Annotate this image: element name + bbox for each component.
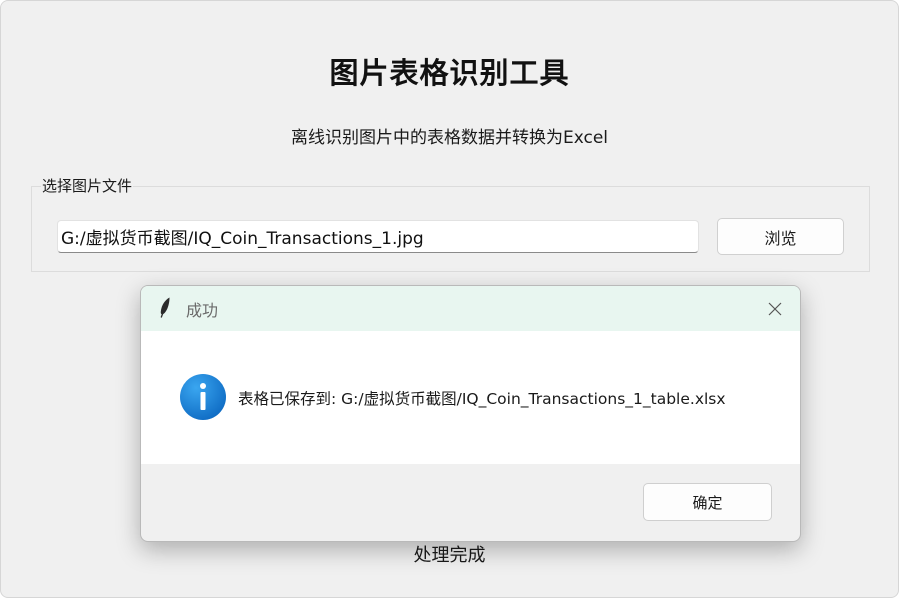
browse-button[interactable]: 浏览	[717, 218, 844, 255]
info-icon	[180, 374, 226, 420]
page-title: 图片表格识别工具	[329, 56, 570, 90]
dialog-titlebar[interactable]: 成功	[141, 286, 800, 331]
dialog-content: 表格已保存到: G:/虚拟货币截图/IQ_Coin_Transactions_1…	[141, 331, 800, 464]
file-path-input[interactable]	[57, 220, 699, 253]
close-icon	[768, 302, 782, 315]
close-button[interactable]	[750, 286, 800, 331]
page-subtitle: 离线识别图片中的表格数据并转换为Excel	[290, 128, 609, 148]
file-select-legend: 选择图片文件	[41, 175, 134, 196]
dialog-title: 成功	[186, 301, 219, 320]
status-text: 处理完成	[413, 545, 486, 566]
ok-button[interactable]: 确定	[643, 483, 772, 521]
feather-icon	[160, 297, 170, 318]
dialog-message: 表格已保存到: G:/虚拟货币截图/IQ_Coin_Transactions_1…	[238, 390, 726, 408]
success-dialog: 成功 表格已保存到: G:/虚拟货币截图/IQ_Coin_Transaction…	[140, 285, 801, 542]
